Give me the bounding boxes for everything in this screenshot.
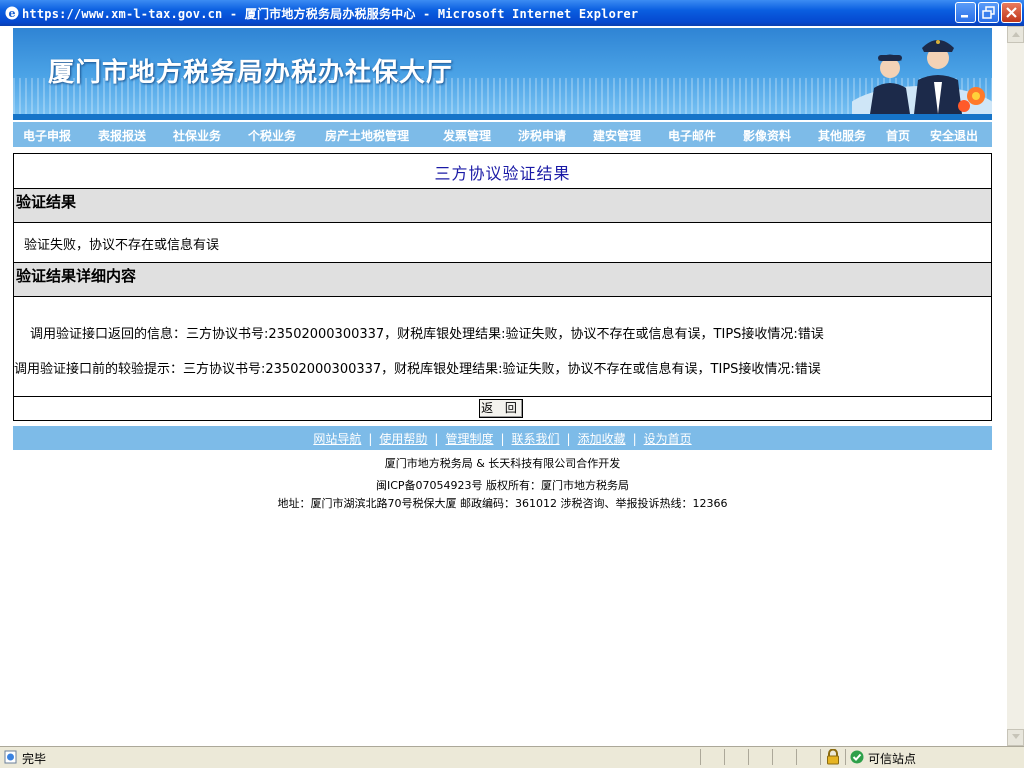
status-divider xyxy=(796,749,797,765)
close-button[interactable] xyxy=(1001,2,1022,23)
main-nav: 电子申报 表报报送 社保业务 个税业务 房产土地税管理 发票管理 涉税申请 建安… xyxy=(13,122,992,147)
officers-illustration xyxy=(852,40,992,114)
done-page-icon xyxy=(4,750,17,764)
nav-item-logout[interactable]: 安全退出 xyxy=(930,127,978,144)
footer-separator: | xyxy=(434,432,439,446)
window-title-bar[interactable]: e https://www.xm-l-tax.gov.cn - 厦门市地方税务局… xyxy=(0,0,1024,26)
maximize-icon xyxy=(982,6,995,19)
footer-separator: | xyxy=(566,432,571,446)
site-banner: 厦门市地方税务局办税办社保大厅 xyxy=(13,28,992,114)
banner-stripe xyxy=(13,114,992,120)
result-panel: 三方协议验证结果 验证结果 验证失败，协议不存在或信息有误 验证结果详细内容 调… xyxy=(13,153,992,421)
restore-button[interactable] xyxy=(978,2,999,23)
footer-link-homepage[interactable]: 设为首页 xyxy=(644,432,692,446)
result-section-title: 验证结果 xyxy=(16,193,77,211)
status-divider xyxy=(845,749,846,765)
scroll-up-icon xyxy=(1011,32,1020,37)
nav-item-report-submit[interactable]: 表报报送 xyxy=(98,127,146,144)
nav-item-invoice[interactable]: 发票管理 xyxy=(443,127,491,144)
svg-text:e: e xyxy=(9,7,16,20)
return-row: 返 回 xyxy=(14,396,991,421)
site-title: 厦门市地方税务局办税办社保大厅 xyxy=(48,58,454,88)
footer-link-help[interactable]: 使用帮助 xyxy=(379,432,427,446)
result-section-header: 验证结果 xyxy=(14,188,991,223)
scroll-up-button[interactable] xyxy=(1007,26,1024,43)
status-text: 完毕 xyxy=(22,752,47,766)
footer-link-contact[interactable]: 联系我们 xyxy=(512,432,560,446)
page-title: 三方协议验证结果 xyxy=(434,164,571,183)
footer-link-favorite[interactable]: 添加收藏 xyxy=(578,432,626,446)
footer-links-bar: 网站导航 | 使用帮助 | 管理制度 | 联系我们 | 添加收藏 | 设为首页 xyxy=(13,426,992,450)
window-title: https://www.xm-l-tax.gov.cn - 厦门市地方税务局办税… xyxy=(22,7,639,21)
nav-item-property-land-tax[interactable]: 房产土地税管理 xyxy=(325,127,409,144)
footer-credit: 厦门市地方税务局 & 长天科技有限公司合作开发 xyxy=(384,457,621,470)
status-divider xyxy=(820,749,821,765)
status-bar: 完毕 可信站点 xyxy=(0,746,1024,768)
detail-section-title: 验证结果详细内容 xyxy=(16,267,137,285)
footer-copyright: 闽ICP备07054923号 版权所有：厦门市地方税务局 xyxy=(375,479,630,492)
footer-link-rules[interactable]: 管理制度 xyxy=(445,432,493,446)
page-viewport: 厦门市地方税务局办税办社保大厅 电子申报 表报报送 社保业务 个税业务 房产土地… xyxy=(0,26,1007,746)
lock-icon[interactable] xyxy=(826,749,840,765)
detail-line-precheck: 调用验证接口前的较验提示：三方协议书号:23502000300337，财税库银处… xyxy=(14,362,821,377)
status-divider xyxy=(748,749,749,765)
nav-item-other-services[interactable]: 其他服务 xyxy=(818,127,866,144)
status-divider xyxy=(724,749,725,765)
scroll-down-button[interactable] xyxy=(1007,729,1024,746)
trusted-zone-icon xyxy=(850,750,864,764)
footer-link-sitemap[interactable]: 网站导航 xyxy=(313,432,361,446)
close-icon xyxy=(1006,7,1017,18)
status-divider xyxy=(772,749,773,765)
footer-separator: | xyxy=(500,432,505,446)
result-message: 验证失败，协议不存在或信息有误 xyxy=(24,238,220,253)
scroll-down-icon xyxy=(1011,734,1020,739)
return-button[interactable]: 返 回 xyxy=(479,399,523,418)
ie-icon: e xyxy=(5,6,19,20)
nav-item-tax-application[interactable]: 涉税申请 xyxy=(518,127,566,144)
nav-item-email[interactable]: 电子邮件 xyxy=(668,127,716,144)
detail-section-header: 验证结果详细内容 xyxy=(14,262,991,297)
nav-item-home[interactable]: 首页 xyxy=(886,127,910,144)
nav-item-e-filing[interactable]: 电子申报 xyxy=(23,127,71,144)
footer-separator: | xyxy=(368,432,373,446)
minimize-button[interactable] xyxy=(955,2,976,23)
vertical-scrollbar[interactable] xyxy=(1007,26,1024,746)
footer-separator: | xyxy=(632,432,637,446)
detail-line-returned: 调用验证接口返回的信息：三方协议书号:23502000300337，财税库银处理… xyxy=(30,327,824,342)
nav-item-personal-tax[interactable]: 个税业务 xyxy=(248,127,296,144)
nav-item-construction[interactable]: 建安管理 xyxy=(593,127,641,144)
footer-address: 地址：厦门市湖滨北路70号税保大厦 邮政编码：361012 涉税咨询、举报投诉热… xyxy=(277,497,728,510)
nav-item-social-security[interactable]: 社保业务 xyxy=(173,127,221,144)
security-zone-label: 可信站点 xyxy=(868,752,917,766)
minimize-icon xyxy=(961,15,968,18)
nav-item-image-data[interactable]: 影像资料 xyxy=(743,127,791,144)
status-divider xyxy=(700,749,701,765)
